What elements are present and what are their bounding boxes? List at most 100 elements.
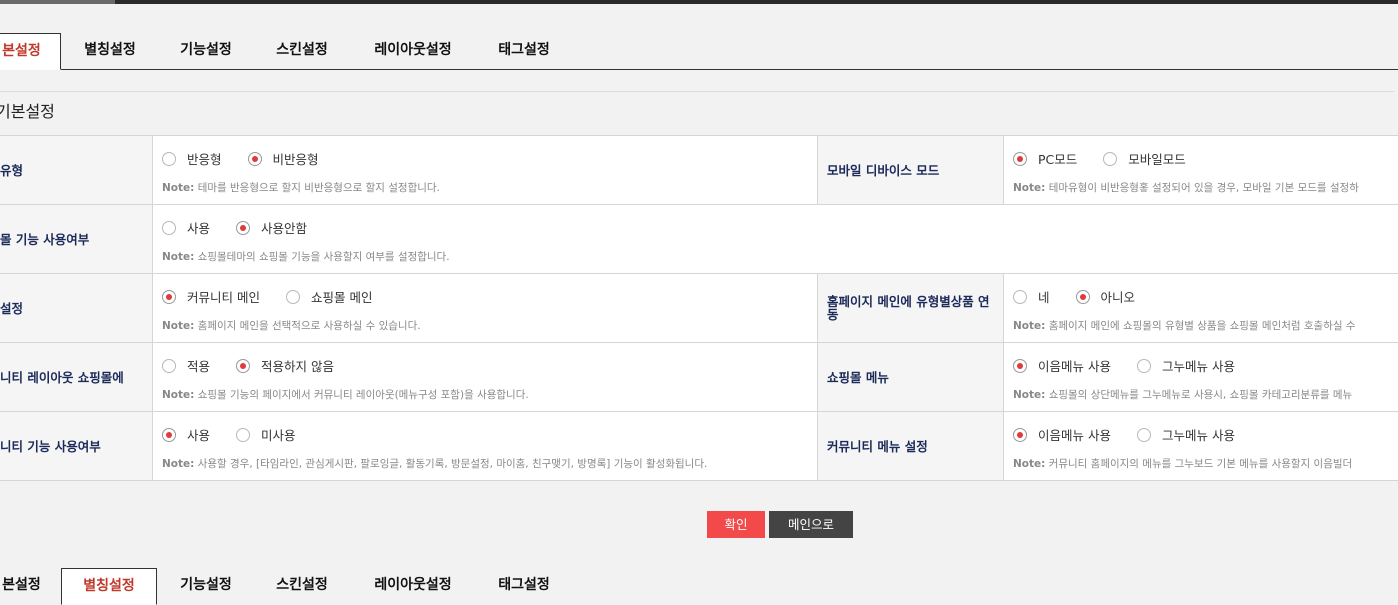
radio-option[interactable]: 이음메뉴 사용 [1013,425,1111,444]
radio-label: 이음메뉴 사용 [1038,428,1111,443]
setting-value-cell: 네 아니오 Note: 홈페이지 메인에 쇼핑몰의 유형별 상품을 쇼핑몰 메인처럼… [1004,274,1398,342]
radio-button[interactable] [1013,427,1027,442]
radio-button[interactable] [236,427,251,442]
radio-label: 모바일모드 [1128,152,1186,167]
radio-button[interactable] [1136,358,1151,373]
radio-label: 적용 [187,359,211,374]
radio-option[interactable]: 사용안함 [236,218,307,237]
radio-label: 커뮤니티 메인 [187,290,260,305]
radio-button[interactable] [1075,289,1090,304]
top-bar-highlight [0,0,115,4]
radio-button[interactable] [236,358,251,373]
setting-note: Note: 커뮤니티 홈페이지의 메뉴를 그누보드 기본 메뉴를 사용할지 이음… [1013,456,1352,471]
note-prefix: Note: [162,251,195,263]
radio-label: 사용 [187,428,211,443]
tab-function-settings[interactable]: 기능설정 [164,33,248,69]
setting-note: Note: 쇼핑몰의 상단메뉴를 그누메뉴로 사용시, 쇼핑몰 카테고리분류를 … [1013,387,1352,402]
radio-label: 그누메뉴 사용 [1161,359,1235,374]
radio-group: 이음메뉴 사용 그누메뉴 사용 [1013,356,1261,375]
settings-row: 니티 레이아웃 쇼핑몰에 적용 적용하지 않음 Note: 쇼핑몰 기능의 페이지에서… [0,342,1398,411]
setting-label: 니티 기능 사용여부 [0,412,153,480]
radio-option[interactable]: 그누메뉴 사용 [1136,425,1235,444]
radio-label: 이음메뉴 사용 [1038,359,1111,374]
radio-label: 사용안함 [261,221,308,236]
setting-note: Note: 사용할 경우, [타임라인, 관심게시판, 팔로잉글, 활동기록, … [162,456,707,471]
note-text: 홈페이지 메인에 쇼핑몰의 유형별 상품을 쇼핑몰 메인처럼 호출하실 수 [1048,320,1356,332]
radio-button[interactable] [1136,427,1151,442]
tab-function-settings[interactable]: 기능설정 [164,568,248,604]
radio-label: 반응형 [187,152,222,167]
note-text: 테마를 반응형으로 할지 비반응형으로 할지 설정합니다. [197,182,440,194]
radio-option[interactable]: 적용 [162,356,210,375]
radio-option[interactable]: 커뮤니티 메인 [162,287,260,306]
radio-button[interactable] [236,220,251,235]
radio-button[interactable] [1013,289,1027,304]
radio-option[interactable]: 네 [1013,287,1050,306]
note-text: 테마유형이 비반응형홓 설정되어 있을 경우, 모바일 기본 모드를 설정하 [1048,182,1359,194]
radio-option[interactable]: 사용 [162,425,210,444]
radio-option[interactable]: 그누메뉴 사용 [1136,356,1235,375]
radio-option[interactable]: 쇼핑몰 메인 [285,287,373,306]
setting-value-cell: 이음메뉴 사용 그누메뉴 사용 Note: 커뮤니티 홈페이지의 메뉴를 그누보드 … [1004,412,1398,480]
radio-button[interactable] [1013,151,1027,166]
radio-button[interactable] [1013,358,1027,373]
tab-basic-settings[interactable]: 본설정 [0,568,61,604]
setting-value-cell: 사용 사용안함 Note: 쇼핑몰테마의 쇼핑몰 기능을 사용할지 여부를 설정합니… [153,205,1398,273]
note-prefix: Note: [1013,320,1046,332]
tab-underline [0,69,1398,70]
note-prefix: Note: [162,389,195,401]
radio-group: 사용 미사용 [162,425,322,444]
radio-option[interactable]: PC모드 [1013,149,1077,168]
settings-row: 유형 반응형 비반응형 Note: 테마를 반응형으로 할지 비반응형으로 할지 설정… [0,135,1398,204]
tab-tag-settings[interactable]: 태그설정 [482,33,566,69]
note-text: 쇼핑몰 기능의 페이지에서 커뮤니티 레이아웃(메뉴구성 포함)을 사용합니다. [197,389,529,401]
radio-option[interactable]: 모바일모드 [1103,149,1186,168]
radio-group: 네 아니오 [1013,287,1161,306]
radio-button[interactable] [162,427,176,442]
setting-value-cell: 커뮤니티 메인 쇼핑몰 메인 Note: 홈페이지 메인을 선택적으로 사용하실 수… [153,274,817,342]
setting-note: Note: 홈페이지 메인에 쇼핑몰의 유형별 상품을 쇼핑몰 메인처럼 호출하… [1013,318,1356,333]
go-main-button[interactable]: 메인으로 [769,511,853,538]
radio-label: 네 [1038,290,1050,305]
tab-layout-settings[interactable]: 레이아웃설정 [356,568,470,604]
radio-label: 쇼핑몰 메인 [310,290,373,305]
radio-label: 비반응형 [272,152,319,167]
tab-skin-settings[interactable]: 스킨설정 [260,568,344,604]
radio-option[interactable]: 적용하지 않음 [236,356,334,375]
top-bar [0,0,1398,4]
radio-label: 사용 [187,221,211,236]
radio-button[interactable] [285,289,300,304]
section-title: 기본설정 [0,91,1394,135]
tab-basic-settings[interactable]: 본설정 [0,33,61,70]
radio-button[interactable] [247,151,262,166]
radio-option[interactable]: 비반응형 [247,149,319,168]
tab-layout-settings[interactable]: 레이아웃설정 [356,33,470,69]
setting-value-cell: 사용 미사용 Note: 사용할 경우, [타임라인, 관심게시판, 팔로잉글, 활… [153,412,817,480]
tab-skin-settings[interactable]: 스킨설정 [260,33,344,69]
radio-button[interactable] [162,358,176,373]
radio-option[interactable]: 아니오 [1075,287,1136,306]
note-text: 커뮤니티 홈페이지의 메뉴를 그누보드 기본 메뉴를 사용할지 이음빌더 [1048,458,1353,470]
radio-option[interactable]: 사용 [162,218,210,237]
setting-note: Note: 테마를 반응형으로 할지 비반응형으로 할지 설정합니다. [162,180,440,195]
tab-alias-settings[interactable]: 별칭설정 [68,33,152,69]
radio-label: 아니오 [1100,290,1136,305]
radio-button[interactable] [162,289,176,304]
radio-group: 이음메뉴 사용 그누메뉴 사용 [1013,425,1261,444]
settings-row: 몰 기능 사용여부 사용 사용안함 Note: 쇼핑몰테마의 쇼핑몰 기능을 사용할지… [0,204,1398,273]
radio-option[interactable]: 이음메뉴 사용 [1013,356,1111,375]
tab-tag-settings[interactable]: 태그설정 [482,568,566,604]
radio-button[interactable] [162,220,176,235]
setting-value-cell: 반응형 비반응형 Note: 테마를 반응형으로 할지 비반응형으로 할지 설정합니… [153,136,817,204]
tab-alias-settings[interactable]: 별칭설정 [61,568,157,605]
radio-option[interactable]: 반응형 [162,149,222,168]
radio-button[interactable] [162,151,176,166]
radio-button[interactable] [1103,151,1118,166]
radio-option[interactable]: 미사용 [236,425,296,444]
setting-label: 모바일 디바이스 모드 [817,136,1004,204]
settings-row: 설정 커뮤니티 메인 쇼핑몰 메인 Note: 홈페이지 메인을 선택적으로 사용하실… [0,273,1398,342]
setting-note: Note: 쇼핑몰 기능의 페이지에서 커뮤니티 레이아웃(메뉴구성 포함)을 … [162,387,529,402]
setting-label: 홈페이지 메인에 유형별상품 연동 [817,274,1004,342]
radio-group: 사용 사용안함 [162,218,333,237]
confirm-button[interactable]: 확인 [707,511,765,538]
